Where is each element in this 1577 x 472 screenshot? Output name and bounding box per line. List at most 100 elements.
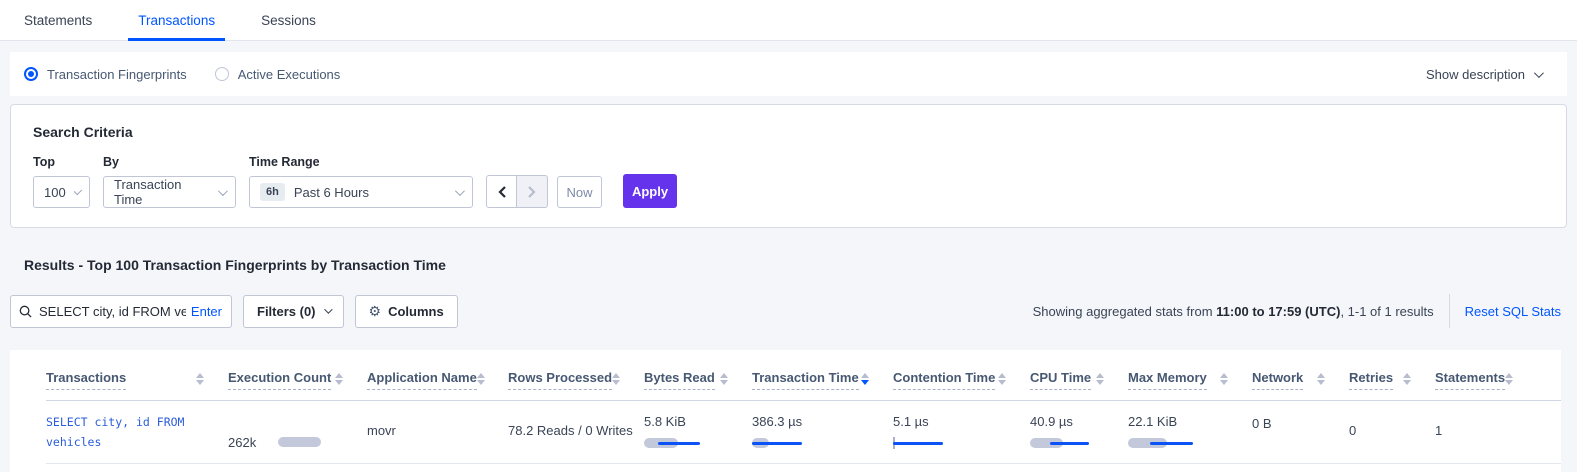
by-select[interactable]: Transaction Time bbox=[103, 176, 236, 208]
cell-network: 0 B bbox=[1252, 401, 1349, 463]
results-heading: Results - Top 100 Transaction Fingerprin… bbox=[24, 257, 1553, 273]
chevron-down-icon bbox=[218, 186, 228, 196]
cell-application-name: movr bbox=[367, 401, 508, 463]
column-header-cpu-time[interactable]: CPU Time bbox=[1030, 370, 1128, 390]
now-button[interactable]: Now bbox=[557, 176, 602, 208]
sort-icon bbox=[1505, 373, 1513, 385]
cpu-time-bar bbox=[1030, 437, 1102, 450]
enter-hint: Enter bbox=[191, 304, 222, 319]
tab-statements[interactable]: Statements bbox=[14, 0, 102, 40]
results-table: Transactions Execution Count Application… bbox=[10, 350, 1561, 472]
chevron-down-icon bbox=[1534, 68, 1544, 78]
top-label: Top bbox=[33, 155, 90, 169]
top-select[interactable]: 100 bbox=[33, 176, 90, 208]
sort-icon bbox=[998, 373, 1006, 385]
table-header-row: Transactions Execution Count Application… bbox=[46, 360, 1561, 401]
search-input[interactable] bbox=[39, 304, 186, 319]
apply-button[interactable]: Apply bbox=[623, 174, 677, 208]
radio-transaction-fingerprints-label: Transaction Fingerprints bbox=[47, 67, 187, 82]
column-header-rows-processed[interactable]: Rows Processed bbox=[508, 370, 644, 390]
search-criteria-title: Search Criteria bbox=[33, 124, 1544, 140]
table-row: SELECT city, id FROM vehicles 262k movr … bbox=[46, 401, 1561, 464]
columns-button-label: Columns bbox=[388, 304, 444, 319]
stats-range: 11:00 to 17:59 (UTC) bbox=[1216, 304, 1340, 319]
search-icon bbox=[19, 305, 32, 318]
show-description-label: Show description bbox=[1426, 67, 1525, 82]
results-controls: Enter Filters (0) ⚙ Columns Showing aggr… bbox=[10, 294, 1561, 328]
aggregated-stats-text: Showing aggregated stats from 11:00 to 1… bbox=[1033, 304, 1434, 319]
column-header-network[interactable]: Network bbox=[1252, 370, 1349, 390]
sort-icon bbox=[1317, 373, 1325, 385]
radio-selected-icon bbox=[24, 67, 38, 81]
column-header-application-name[interactable]: Application Name bbox=[367, 370, 508, 390]
transaction-time-bar bbox=[752, 437, 824, 450]
now-button-label: Now bbox=[566, 185, 592, 200]
cell-execution-count: 262k bbox=[228, 401, 367, 463]
gear-icon: ⚙ bbox=[369, 303, 382, 320]
sort-icon bbox=[612, 373, 620, 385]
cell-max-memory: 22.1 KiB bbox=[1128, 401, 1252, 463]
execution-count-value: 262k bbox=[228, 435, 256, 450]
reset-sql-stats-link[interactable]: Reset SQL Stats bbox=[1465, 304, 1561, 319]
transaction-fingerprint-link[interactable]: SELECT city, id FROM vehicles bbox=[46, 401, 206, 452]
view-mode-bar: Transaction Fingerprints Active Executio… bbox=[10, 52, 1567, 96]
cell-transaction-time: 386.3 µs bbox=[752, 401, 893, 463]
columns-button[interactable]: ⚙ Columns bbox=[355, 295, 458, 328]
stats-suffix: , 1-1 of 1 results bbox=[1340, 304, 1433, 319]
max-memory-value: 22.1 KiB bbox=[1128, 414, 1177, 429]
tab-sessions[interactable]: Sessions bbox=[251, 0, 326, 40]
cell-rows-processed: 78.2 Reads / 0 Writes bbox=[508, 401, 644, 463]
chevron-left-icon bbox=[497, 186, 507, 198]
by-label: By bbox=[103, 155, 236, 169]
contention-time-value: 5.1 µs bbox=[893, 414, 929, 429]
radio-active-executions[interactable]: Active Executions bbox=[215, 67, 341, 82]
sort-icon bbox=[196, 373, 204, 385]
time-range-prev-button[interactable] bbox=[486, 175, 517, 208]
tab-sessions-label: Sessions bbox=[261, 13, 316, 28]
column-header-retries[interactable]: Retries bbox=[1349, 370, 1435, 390]
tab-statements-label: Statements bbox=[24, 13, 92, 28]
sort-icon bbox=[477, 373, 485, 385]
cell-statements: 1 bbox=[1435, 401, 1535, 463]
column-header-max-memory[interactable]: Max Memory bbox=[1128, 370, 1252, 390]
cell-cpu-time: 40.9 µs bbox=[1030, 401, 1128, 463]
time-range-select[interactable]: 6h Past 6 Hours bbox=[249, 176, 473, 208]
execution-count-bar bbox=[278, 437, 321, 447]
cpu-time-value: 40.9 µs bbox=[1030, 414, 1073, 429]
time-range-badge: 6h bbox=[260, 183, 285, 201]
show-description-toggle[interactable]: Show description bbox=[1426, 67, 1541, 82]
cell-contention-time: 5.1 µs bbox=[893, 401, 1030, 463]
vertical-divider bbox=[1449, 294, 1450, 328]
results-search-box: Enter bbox=[10, 295, 232, 328]
radio-transaction-fingerprints[interactable]: Transaction Fingerprints bbox=[24, 67, 187, 82]
contention-time-bar bbox=[893, 437, 965, 450]
filters-button[interactable]: Filters (0) bbox=[243, 295, 344, 328]
bytes-read-value: 5.8 KiB bbox=[644, 414, 686, 429]
top-select-value: 100 bbox=[44, 185, 66, 200]
time-range-value: Past 6 Hours bbox=[294, 185, 447, 200]
page-tabs: Statements Transactions Sessions bbox=[0, 0, 1577, 41]
cell-bytes-read: 5.8 KiB bbox=[644, 401, 752, 463]
column-header-transactions[interactable]: Transactions bbox=[46, 370, 228, 390]
filters-button-label: Filters (0) bbox=[257, 304, 316, 319]
column-header-statements[interactable]: Statements bbox=[1435, 370, 1535, 390]
sort-icon bbox=[1220, 373, 1228, 385]
time-range-label: Time Range bbox=[249, 155, 473, 169]
chevron-down-icon bbox=[455, 186, 465, 196]
tab-transactions-label: Transactions bbox=[138, 13, 215, 28]
column-header-transaction-time[interactable]: Transaction Time bbox=[752, 370, 893, 390]
transaction-time-value: 386.3 µs bbox=[752, 414, 802, 429]
sort-icon bbox=[720, 373, 728, 385]
chevron-right-icon bbox=[527, 186, 537, 198]
time-range-next-button[interactable] bbox=[517, 175, 548, 208]
stats-prefix: Showing aggregated stats from bbox=[1033, 304, 1217, 319]
sort-icon bbox=[1096, 373, 1104, 385]
column-header-bytes-read[interactable]: Bytes Read bbox=[644, 370, 752, 390]
sort-icon-descending-active bbox=[861, 373, 869, 385]
column-header-execution-count[interactable]: Execution Count bbox=[228, 370, 367, 390]
radio-active-executions-label: Active Executions bbox=[238, 67, 341, 82]
column-header-contention-time[interactable]: Contention Time bbox=[893, 370, 1030, 390]
tab-transactions[interactable]: Transactions bbox=[128, 0, 225, 40]
sort-icon bbox=[1403, 373, 1411, 385]
max-memory-bar bbox=[1128, 437, 1200, 450]
